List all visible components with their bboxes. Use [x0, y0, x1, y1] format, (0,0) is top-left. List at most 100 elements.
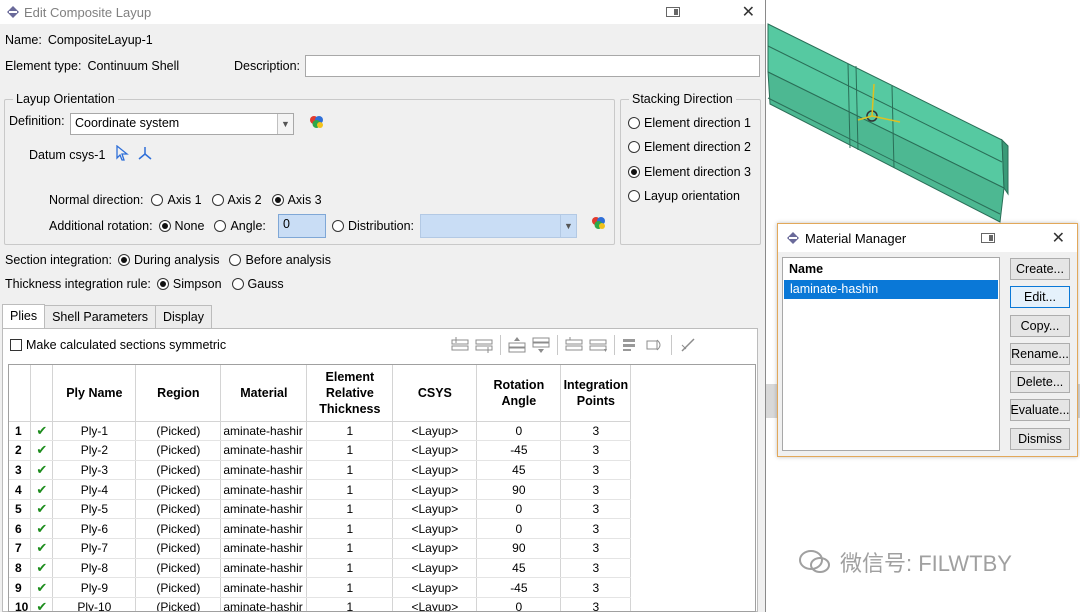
cell-material[interactable]: aminate-hashir [220, 577, 308, 598]
cell-region[interactable]: (Picked) [135, 558, 222, 579]
cell-integration-points[interactable]: 3 [560, 577, 632, 598]
cell-csys[interactable]: <Layup> [392, 499, 478, 520]
cell-thickness[interactable]: 1 [306, 518, 394, 540]
cell-csys[interactable]: <Layup> [392, 558, 478, 579]
cell-ply-name[interactable]: Ply-8 [52, 558, 137, 579]
during-analysis-radio[interactable]: During analysis [118, 253, 219, 267]
close-icon[interactable]: ✕ [742, 2, 755, 22]
tab-display[interactable]: Display [154, 305, 212, 328]
cell-ply-name[interactable]: Ply-3 [52, 460, 137, 481]
cell-ply-name[interactable]: Ply-7 [52, 538, 137, 559]
delete-button[interactable]: Delete... [1010, 371, 1070, 393]
cell-region[interactable]: (Picked) [135, 440, 222, 461]
table-row[interactable]: 8 ✔ Ply-8 (Picked) aminate-hashir 1 <Layup> 45 3 [9, 558, 632, 579]
cell-material[interactable]: aminate-hashir [220, 597, 308, 611]
tab-plies[interactable]: Plies [2, 304, 46, 328]
cell-rotation-angle[interactable]: 0 [476, 597, 562, 611]
cell-thickness[interactable]: 1 [306, 421, 394, 442]
cell-rotation-angle[interactable]: 0 [476, 499, 562, 520]
move-row-down-icon[interactable] [529, 334, 553, 356]
cell-material[interactable]: aminate-hashir [220, 479, 308, 500]
edit-tool-icon[interactable] [676, 334, 700, 356]
csys-axes-icon[interactable] [137, 145, 153, 164]
restore-window-icon[interactable] [981, 233, 995, 243]
cell-rotation-angle[interactable]: -45 [476, 577, 562, 598]
material-list[interactable]: Name laminate-hashin [782, 257, 1000, 451]
chevron-down-icon[interactable]: ▼ [277, 114, 293, 134]
chevron-down-icon[interactable]: ▼ [560, 215, 576, 237]
cell-region[interactable]: (Picked) [135, 577, 222, 598]
tab-shell-parameters[interactable]: Shell Parameters [44, 305, 156, 328]
normal-axis2-radio[interactable]: Axis 2 [211, 193, 262, 207]
cell-thickness[interactable]: 1 [306, 499, 394, 520]
description-input[interactable] [305, 55, 760, 77]
cell-csys[interactable]: <Layup> [392, 479, 478, 500]
insert-row-before-icon[interactable] [448, 334, 472, 356]
write-to-file-icon[interactable] [643, 334, 667, 356]
cell-integration-points[interactable]: 3 [560, 440, 632, 461]
cell-material[interactable]: aminate-hashir [220, 518, 308, 540]
material-list-item[interactable]: laminate-hashin [784, 280, 998, 299]
cell-csys[interactable]: <Layup> [392, 421, 478, 442]
cell-rotation-angle[interactable]: 0 [476, 518, 562, 540]
create-button[interactable]: Create... [1010, 258, 1070, 280]
cell-csys[interactable]: <Layup> [392, 597, 478, 611]
cell-rotation-angle[interactable]: 45 [476, 558, 562, 579]
cell-region[interactable]: (Picked) [135, 499, 222, 520]
copy-row-icon[interactable] [562, 334, 586, 356]
column-header-ply-name[interactable]: Ply Name [52, 365, 137, 422]
cell-material[interactable]: aminate-hashir [220, 440, 308, 461]
cell-region[interactable]: (Picked) [135, 538, 222, 559]
cell-thickness[interactable]: 1 [306, 577, 394, 598]
cell-csys[interactable]: <Layup> [392, 460, 478, 481]
cell-integration-points[interactable]: 3 [560, 558, 632, 579]
cell-material[interactable]: aminate-hashir [220, 558, 308, 579]
table-row[interactable]: 9 ✔ Ply-9 (Picked) aminate-hashir 1 <Layup> -45… [9, 577, 632, 598]
color-palette-icon[interactable] [308, 114, 326, 133]
rotation-none-radio[interactable]: None [158, 219, 204, 233]
dismiss-button[interactable]: Dismiss [1010, 428, 1070, 450]
cell-csys[interactable]: <Layup> [392, 577, 478, 598]
column-header-region[interactable]: Region [135, 365, 222, 422]
stacking-option-3[interactable]: Element direction 3 [628, 165, 751, 179]
rename-button[interactable]: Rename... [1010, 343, 1070, 365]
cell-integration-points[interactable]: 3 [560, 499, 632, 520]
cell-region[interactable]: (Picked) [135, 460, 222, 481]
color-palette-icon[interactable] [590, 215, 608, 234]
table-row[interactable]: 5 ✔ Ply-5 (Picked) aminate-hashir 1 <Layup> 0 3 [9, 499, 632, 520]
cell-csys[interactable]: <Layup> [392, 440, 478, 461]
before-analysis-radio[interactable]: Before analysis [229, 253, 331, 267]
rotation-angle-radio[interactable]: Angle: [214, 219, 266, 233]
read-from-file-icon[interactable] [619, 334, 643, 356]
table-row[interactable]: 2 ✔ Ply-2 (Picked) aminate-hashir 1 <Layup> -45… [9, 440, 632, 461]
cell-thickness[interactable]: 1 [306, 597, 394, 611]
column-header-thickness[interactable]: Element Relative Thickness [306, 365, 394, 422]
cell-thickness[interactable]: 1 [306, 558, 394, 579]
select-arrow-icon[interactable] [115, 144, 130, 164]
material-manager-titlebar[interactable]: Material Manager ✕ [778, 224, 1077, 252]
cell-region[interactable]: (Picked) [135, 518, 222, 540]
plies-table[interactable]: Ply Name Region Material Element Relativ… [8, 364, 756, 612]
cell-rotation-angle[interactable]: 90 [476, 479, 562, 500]
cell-integration-points[interactable]: 3 [560, 597, 632, 611]
cell-csys[interactable]: <Layup> [392, 538, 478, 559]
restore-window-icon[interactable] [665, 7, 680, 17]
cell-thickness[interactable]: 1 [306, 440, 394, 461]
paste-row-icon[interactable] [586, 334, 610, 356]
cell-integration-points[interactable]: 3 [560, 518, 632, 540]
cell-thickness[interactable]: 1 [306, 538, 394, 559]
table-row[interactable]: 7 ✔ Ply-7 (Picked) aminate-hashir 1 <Layup> 90 3 [9, 538, 632, 559]
cell-integration-points[interactable]: 3 [560, 460, 632, 481]
stacking-option-1[interactable]: Element direction 1 [628, 116, 751, 130]
copy-button[interactable]: Copy... [1010, 315, 1070, 337]
definition-select[interactable]: Coordinate system ▼ [70, 113, 294, 135]
table-row[interactable]: 4 ✔ Ply-4 (Picked) aminate-hashir 1 <Layup> 90 3 [9, 479, 632, 500]
cell-material[interactable]: aminate-hashir [220, 460, 308, 481]
rotation-distribution-radio[interactable]: Distribution: [332, 219, 414, 233]
column-header-material[interactable]: Material [220, 365, 308, 422]
cell-ply-name[interactable]: Ply-10 [52, 597, 137, 611]
cell-ply-name[interactable]: Ply-6 [52, 518, 137, 540]
cell-ply-name[interactable]: Ply-4 [52, 479, 137, 500]
symmetric-checkbox[interactable] [10, 339, 22, 351]
close-icon[interactable]: ✕ [1052, 228, 1065, 248]
